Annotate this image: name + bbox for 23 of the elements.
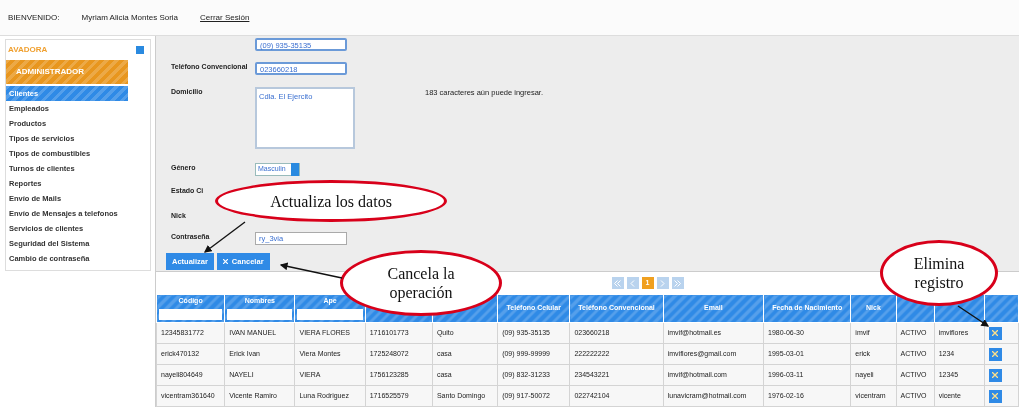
filter-field[interactable] — [159, 308, 223, 320]
filter-field[interactable] — [297, 308, 363, 320]
close-icon — [992, 393, 999, 399]
logout-link[interactable]: Cerrar Sesión — [200, 11, 250, 24]
delete-button[interactable] — [988, 368, 1002, 382]
arrow — [279, 262, 343, 279]
sidebar-title: AVADORA — [8, 44, 48, 56]
chevron-right-icon — [659, 279, 666, 287]
close-icon — [992, 372, 999, 378]
welcome-label: BIENVENIDO: — [8, 11, 60, 24]
dropdown-icon — [291, 163, 299, 176]
close-icon — [222, 259, 228, 265]
double-chevron-right-icon — [674, 279, 681, 287]
close-icon — [992, 330, 999, 336]
chevron-left-icon — [629, 279, 636, 287]
delete-button[interactable] — [988, 347, 1002, 361]
delete-button[interactable] — [988, 389, 1002, 403]
close-icon — [992, 351, 999, 357]
double-chevron-left-icon — [614, 279, 621, 287]
user-name: Myriam Alicia Montes Soria — [81, 11, 179, 24]
arrow — [957, 305, 990, 327]
delete-button[interactable] — [988, 326, 1002, 340]
filter-field[interactable] — [227, 308, 293, 320]
